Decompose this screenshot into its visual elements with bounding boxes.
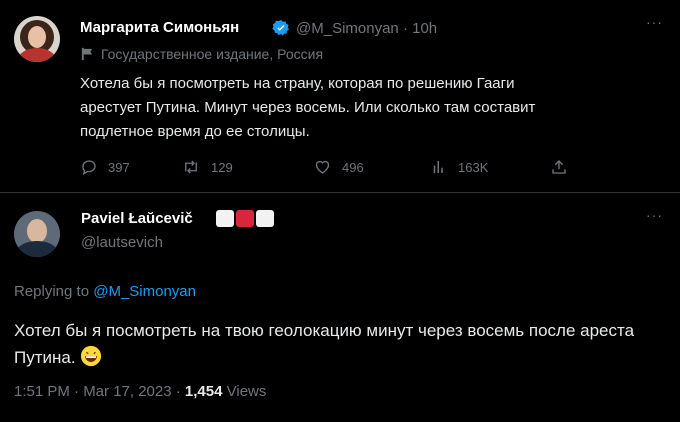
replying-to-link[interactable]: @M_Simonyan [93, 283, 196, 300]
author-name[interactable]: Маргарита Симоньян [80, 19, 239, 36]
author-name[interactable]: Pavіel Łaŭcevič [81, 210, 193, 227]
reply-button[interactable]: 397 [80, 158, 130, 176]
views-count: 1,454 [184, 383, 223, 400]
reply-icon [82, 160, 96, 176]
reply-text: Хотел бы я посмотреть на твою геолокацию… [14, 321, 635, 367]
tweet-actions: 397 129 496 163K [80, 158, 600, 178]
reply-tweet[interactable]: Pavіel Łaŭcevič @lautsevich ··· Replying… [0, 193, 680, 422]
views-button[interactable]: 163K [430, 158, 488, 176]
flag-icon [81, 47, 93, 61]
grinning-emoji-icon [80, 345, 102, 375]
avatar[interactable] [14, 16, 60, 62]
verified-badge-icon [272, 19, 290, 42]
more-options-button[interactable]: ··· [646, 14, 663, 30]
retweet-icon [185, 160, 197, 174]
tweet-time: 10h [412, 20, 438, 37]
replying-to: Replying to @M_Simonyan [14, 283, 196, 300]
author-handle[interactable]: @lautsevich [81, 234, 163, 251]
state-media-label[interactable]: Государственное издание, Россия [80, 46, 323, 62]
tweet-meta: 1:51 PM · Mar 17, 2023 · 1,454 Views [14, 383, 266, 400]
avatar[interactable] [14, 211, 60, 257]
flag-emoji-icons [216, 210, 276, 227]
original-tweet[interactable]: Маргарита Симоньян @M_Simonyan · 10h ···… [0, 0, 680, 192]
reply-text-container: Хотел бы я посмотреть на твою геолокацию… [14, 317, 674, 375]
retweet-button[interactable]: 129 [181, 158, 233, 176]
tweet-text: Хотела бы я посмотреть на страну, котора… [80, 75, 536, 140]
like-button[interactable]: 496 [313, 158, 364, 176]
author-handle[interactable]: @M_Simonyan · 10h [296, 20, 437, 37]
analytics-icon [433, 161, 443, 173]
share-icon [552, 160, 566, 174]
views-label: Views [222, 383, 267, 400]
heart-icon [315, 160, 330, 174]
share-button[interactable] [550, 158, 578, 176]
more-options-button[interactable]: ··· [646, 207, 663, 223]
tweet-datetime[interactable]: 1:51 PM · Mar 17, 2023 · [14, 383, 185, 400]
